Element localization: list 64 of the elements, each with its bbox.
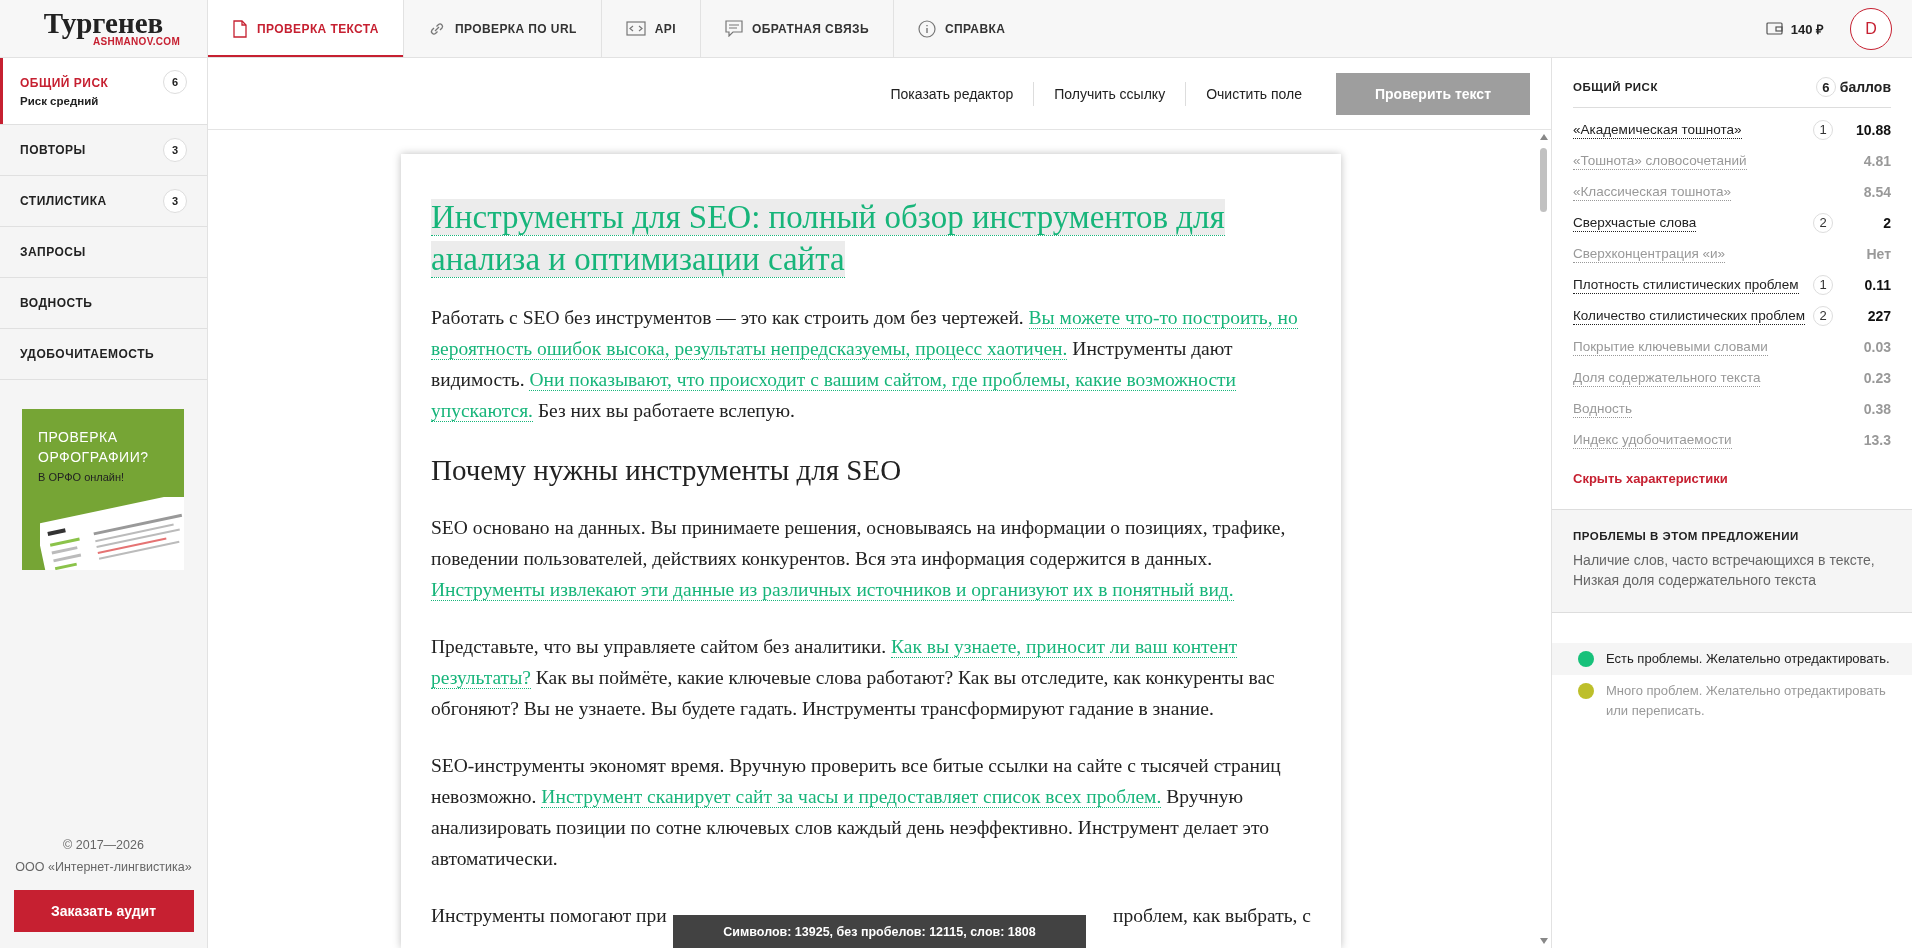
metric-value: 10.88 [1854, 121, 1891, 138]
sidebar-item[interactable]: ПОВТОРЫ 3 [0, 125, 207, 176]
metric-name[interactable]: Сверхчастые слова [1573, 213, 1697, 232]
promo-banner[interactable]: ПРОВЕРКА ОРФОГРАФИИ? В ОРФО онлайн! [22, 409, 184, 570]
problems-text: Наличие слов, часто встречающихся в тексте, Низкая доля содержательного текста [1573, 551, 1876, 590]
metric-name[interactable]: Количество стилистических проблем [1573, 306, 1805, 325]
score-unit: баллов [1839, 79, 1891, 95]
paragraph-fragment: Инструменты помогают при [431, 904, 667, 928]
count-badge: 6 [163, 70, 187, 94]
logo-subtitle: ASHMANOV.COM [92, 36, 181, 47]
scroll-up-icon [1540, 134, 1548, 140]
metric-name[interactable]: Плотность стилистических проблем [1573, 275, 1799, 294]
toolbar-link[interactable]: Очистить поле [1185, 81, 1322, 106]
sidebar-item[interactable]: УДОБОЧИТАЕМОСТЬ [0, 329, 207, 380]
problems-title: ПРОБЛЕМЫ В ЭТОМ ПРЕДЛОЖЕНИИ [1573, 530, 1800, 542]
document-title: Инструменты для SEO: полный обзор инструментов для анализа и оптимизации сайта [431, 198, 1226, 280]
metric-value: 0.23 [1862, 369, 1891, 386]
metric-name[interactable]: «Академическая тошнота» [1573, 120, 1742, 139]
metric-value: 4.81 [1862, 152, 1891, 169]
copyright-text: © 2017—2026 [63, 838, 144, 852]
sidebar-item[interactable]: ОБЩИЙ РИСК Риск средний 6 [0, 58, 207, 125]
section-heading: Почему нужны инструменты для SEO [431, 453, 903, 488]
legend-item[interactable]: Есть проблемы. Желательно отредактировать. [1552, 643, 1912, 675]
banner-title: ПРОВЕРКА ОРФОГРАФИИ? [38, 428, 150, 467]
metric-value: 227 [1866, 307, 1891, 324]
nav-tab[interactable]: ПРОВЕРКА ПО URL [403, 0, 602, 57]
text-stats-bar: Символов: 13925, без пробелов: 12115, слов: 1808 [673, 915, 1086, 948]
banner-subtitle: В ОРФО онлайн! [38, 471, 126, 483]
paragraph: SEO-инструменты экономят время. Вручную проверить все битые ссылки на сайте с тысячей страниц невозможно. Инструмент сканирует сайт за часы и предоставляет список всех проблем. Вручную анализировать позиции по сотне ключевых слов каждый день неэффективно. Инструмент делает это автоматически. [431, 754, 1282, 871]
metric-value: 2 [1882, 214, 1891, 231]
chat-icon [724, 20, 743, 37]
metric-value: Нет [1865, 245, 1891, 262]
info-icon [917, 19, 936, 38]
code-icon [625, 20, 646, 37]
nav-tab[interactable]: ПРОВЕРКА ТЕКСТА [208, 0, 404, 57]
sidebar-item[interactable]: ЗАПРОСЫ [0, 227, 207, 278]
hide-metrics-link[interactable]: Скрыть характеристики [1573, 471, 1728, 486]
count-badge: 3 [163, 189, 187, 213]
metric-value: 0.11 [1863, 276, 1891, 293]
sidebar-item[interactable]: ВОДНОСТЬ [0, 278, 207, 329]
wallet-icon [1765, 21, 1783, 36]
count-badge: 3 [163, 138, 187, 162]
paragraph: Представьте, что вы управляете сайтом без аналитики. Как вы узнаете, приносит ли ваш контент результаты? Как вы поймёте, какие ключевые слова работают? Как вы отследите, как конкуренты вас обгоняют? Вы не узнаете. Вы будете гадать. Инструменты трансформируют гадание в знание. [431, 635, 1276, 721]
paragraph-fragment: проблем, как выбрать, с [1113, 904, 1311, 928]
scroll-down-icon [1540, 938, 1548, 944]
toolbar-link[interactable]: Показать редактор [870, 81, 1034, 106]
company-name: ООО «Интернет-лингвистика» [15, 860, 192, 874]
toolbar-link[interactable]: Получить ссылку [1033, 81, 1186, 106]
nav-tab[interactable]: СПРАВКА [893, 0, 1030, 57]
scrollbar-thumb[interactable] [1540, 148, 1547, 212]
metric-value: 0.03 [1862, 338, 1891, 355]
paragraph: SEO основано на данных. Вы принимаете решения, основываясь на информации о позициях, трафике, поведении пользователей, действиях конкурентов. Вся эта информация содержится в данных. Инструменты извлекают эти данные из различных источников и организуют их в понятный вид. [431, 516, 1287, 603]
order-audit-button[interactable]: Заказать аудит [13, 890, 194, 932]
paragraph: Работать с SEO без инструментов — это как строить дом без чертежей. Вы можете что-то построить, но вероятность ошибок высока, результаты непредсказуемы, процесс хаотичен. Инструменты дают видимость. Они показывают, что происходит с вашим сайтом, где проблемы, какие возможности упускаются. Без них вы работаете вслепую. [431, 306, 1299, 424]
sidebar-item[interactable]: СТИЛИСТИКА 3 [0, 176, 207, 227]
nav-tab[interactable]: API [601, 0, 701, 57]
panel-title: ОБЩИЙ РИСК [1573, 81, 1658, 93]
nav-tab[interactable]: ОБРАТНАЯ СВЯЗЬ [700, 0, 894, 57]
metric-value: 8.54 [1862, 183, 1891, 200]
user-avatar[interactable]: D [1850, 7, 1892, 50]
document-icon [232, 19, 248, 38]
metric-value: 0.38 [1862, 400, 1891, 417]
metric-value: 13.3 [1862, 431, 1891, 448]
balance-amount[interactable]: 140 ₽ [1790, 19, 1824, 38]
